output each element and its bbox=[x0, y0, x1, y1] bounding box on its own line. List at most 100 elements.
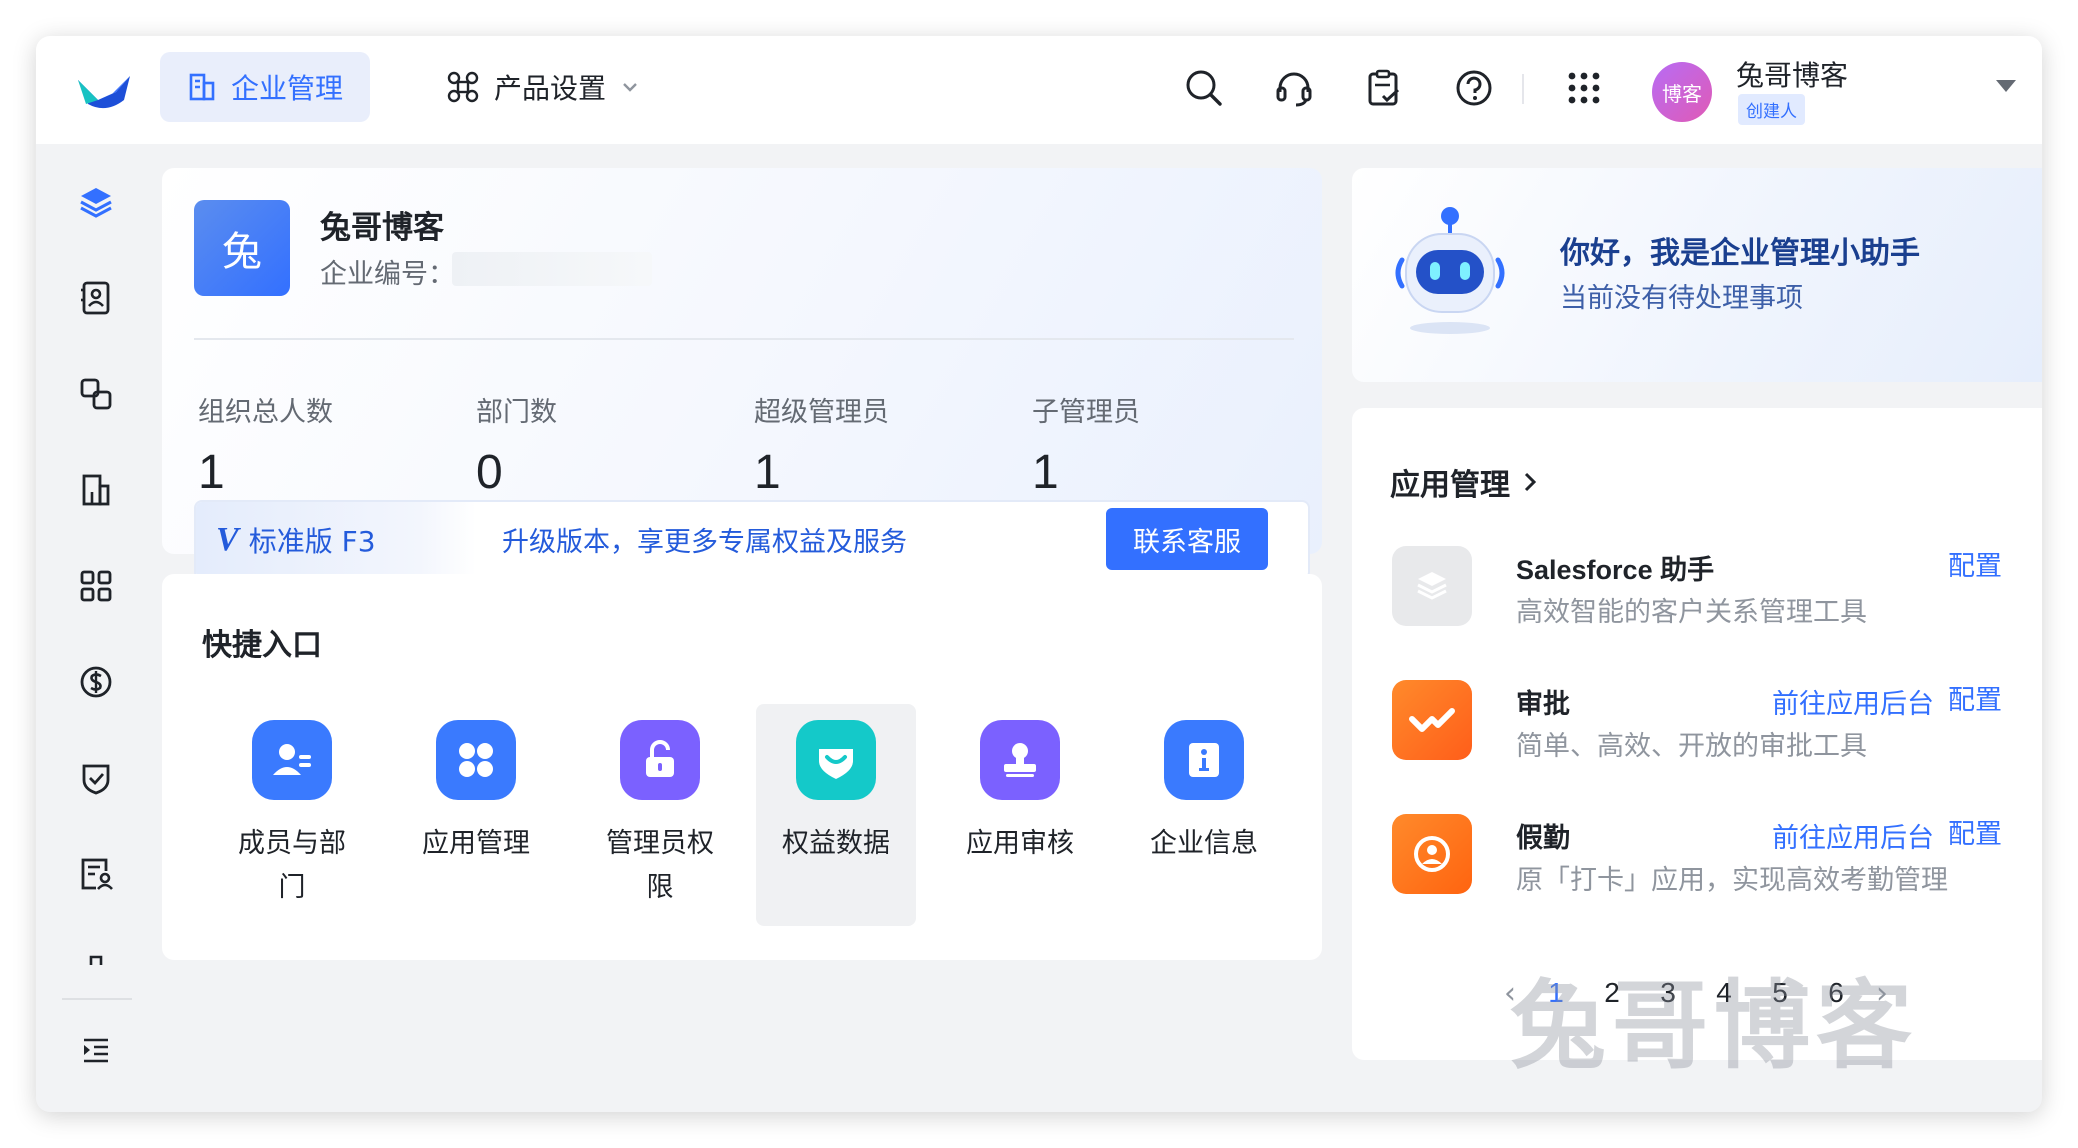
organization-card: 兔 兔哥博客 企业编号： 组织总人数 1 部门数 0 超级管理员 1 子管理员 … bbox=[162, 168, 1322, 580]
stat-sub-admins: 子管理员 1 bbox=[1032, 390, 1140, 500]
admin-lock-icon bbox=[620, 720, 700, 800]
avatar[interactable]: 博客 bbox=[1652, 62, 1712, 122]
shield-check-icon[interactable] bbox=[74, 756, 118, 800]
org-divider bbox=[194, 338, 1294, 340]
stat-label: 组织总人数 bbox=[198, 397, 333, 428]
quick-item-app-review[interactable]: 应用审核 bbox=[940, 704, 1100, 926]
apps-grid-icon[interactable] bbox=[1562, 66, 1606, 110]
org-logo: 兔 bbox=[194, 200, 290, 296]
chevron-down-icon bbox=[623, 83, 637, 92]
quick-item-app-manage[interactable]: 应用管理 bbox=[396, 704, 556, 926]
assistant-card: 你好，我是企业管理小助手 当前没有待处理事项 bbox=[1352, 168, 2042, 382]
stat-value: 1 bbox=[198, 446, 225, 499]
quick-item-label: 应用管理 bbox=[422, 828, 530, 859]
quick-item-members[interactable]: 成员与部门 bbox=[212, 704, 372, 926]
clipboard-check-icon[interactable] bbox=[1362, 66, 1406, 110]
org-name: 兔哥博客 bbox=[320, 210, 444, 246]
company-info-icon bbox=[1164, 720, 1244, 800]
app-logo bbox=[78, 76, 130, 109]
app-management-link[interactable]: 应用管理 bbox=[1390, 460, 1540, 504]
quick-item-company-info[interactable]: 企业信息 bbox=[1124, 704, 1284, 926]
approval-icon bbox=[1392, 680, 1472, 760]
app-row-attendance: 假勤 前往应用后台 原「打卡」应用，实现高效考勤管理 配置 bbox=[1392, 812, 2002, 912]
app-config-link[interactable]: 配置 bbox=[1948, 544, 2002, 583]
app-description: 高效智能的客户关系管理工具 bbox=[1516, 597, 1867, 628]
app-management-title: 应用管理 bbox=[1390, 468, 1510, 503]
app-name: 审批 bbox=[1516, 689, 1570, 719]
user-name: 兔哥博客 bbox=[1736, 59, 1849, 92]
upgrade-text: 升级版本，享更多专属权益及服务 bbox=[502, 527, 907, 558]
org-id-redacted bbox=[452, 252, 652, 286]
tab-company-management[interactable]: 企业管理 bbox=[160, 52, 370, 122]
stat-value: 1 bbox=[754, 446, 781, 499]
stat-label: 部门数 bbox=[476, 397, 557, 428]
app-review-icon bbox=[980, 720, 1060, 800]
help-icon[interactable] bbox=[1452, 66, 1496, 110]
robot-assistant-icon bbox=[1395, 207, 1505, 334]
tab-product-label: 产品设置 bbox=[494, 72, 607, 105]
stat-value: 0 bbox=[476, 446, 503, 499]
attendance-icon bbox=[1392, 814, 1472, 894]
page-1[interactable]: 1 bbox=[1528, 977, 1584, 1009]
stat-total-members: 组织总人数 1 bbox=[198, 390, 333, 500]
app-name: 假勤 bbox=[1516, 823, 1570, 853]
toolbar-divider bbox=[1522, 74, 1524, 104]
quick-item-label: 成员与部门 bbox=[238, 828, 346, 903]
prev-page-icon[interactable]: ‹ bbox=[1492, 976, 1528, 1011]
plan-logo: V bbox=[216, 521, 239, 558]
headset-icon[interactable] bbox=[1272, 66, 1316, 110]
app-name: Salesforce 助手 bbox=[1516, 555, 1715, 585]
next-page-icon[interactable]: › bbox=[1864, 976, 1900, 1011]
page-2[interactable]: 2 bbox=[1584, 977, 1640, 1009]
app-management-card: 应用管理 Salesforce 助手 高效智能的客户关系管理工具 配置 审批 前… bbox=[1352, 408, 2042, 1082]
upgrade-banner: V 标准版 F3 升级版本，享更多专属权益及服务 联系客服 bbox=[194, 500, 1310, 580]
go-to-app-admin-link[interactable]: 前往应用后台 bbox=[1772, 816, 1934, 855]
tab-company-label: 企业管理 bbox=[230, 72, 343, 105]
tab-product-settings[interactable]: 产品设置 bbox=[446, 52, 640, 122]
building-icon bbox=[189, 73, 215, 101]
layers-icon[interactable] bbox=[74, 180, 118, 224]
quick-item-label: 管理员权限 bbox=[606, 828, 714, 903]
quick-item-benefit-data[interactable]: 权益数据 bbox=[756, 704, 916, 926]
quick-item-label: 权益数据 bbox=[782, 828, 890, 859]
search-icon[interactable] bbox=[1182, 66, 1226, 110]
user-role-badge: 创建人 bbox=[1738, 94, 1805, 125]
building-icon[interactable] bbox=[74, 468, 118, 512]
page-4[interactable]: 4 bbox=[1696, 977, 1752, 1009]
plan-badge: V 标准版 F3 bbox=[196, 502, 476, 578]
app-row-salesforce: Salesforce 助手 高效智能的客户关系管理工具 配置 bbox=[1392, 544, 2002, 644]
salesforce-icon bbox=[1392, 546, 1472, 626]
pagination: ‹ 1 2 3 4 5 6 › bbox=[1492, 968, 1912, 1018]
more-icon[interactable] bbox=[74, 948, 118, 972]
assistant-title: 你好，我是企业管理小助手 bbox=[1560, 236, 1920, 271]
member-dept-icon bbox=[252, 720, 332, 800]
quick-entry-card: 快捷入口 成员与部门 应用管理 管理员权限 权益数据 应用审核 企业信息 bbox=[162, 574, 1322, 960]
page-3[interactable]: 3 bbox=[1640, 977, 1696, 1009]
user-form-icon[interactable] bbox=[74, 852, 118, 896]
grid-icon[interactable] bbox=[74, 564, 118, 608]
user-menu-caret-icon[interactable] bbox=[1996, 80, 2016, 92]
dollar-icon[interactable] bbox=[74, 660, 118, 704]
contact-support-button[interactable]: 联系客服 bbox=[1106, 508, 1268, 570]
quick-item-admin-permissions[interactable]: 管理员权限 bbox=[580, 704, 740, 926]
app-config-link[interactable]: 配置 bbox=[1948, 812, 2002, 851]
sidebar-divider bbox=[62, 998, 132, 1000]
stat-super-admins: 超级管理员 1 bbox=[754, 390, 889, 500]
stat-label: 子管理员 bbox=[1032, 397, 1140, 428]
settings-nodes-icon bbox=[447, 71, 479, 103]
stat-label: 超级管理员 bbox=[754, 397, 889, 428]
link-icon[interactable] bbox=[74, 372, 118, 416]
chevron-right-icon bbox=[1524, 472, 1537, 492]
contacts-icon[interactable] bbox=[74, 276, 118, 320]
sidebar bbox=[36, 144, 156, 1112]
plan-name: 标准版 F3 bbox=[248, 525, 376, 558]
app-manage-icon bbox=[436, 720, 516, 800]
collapse-menu-icon[interactable] bbox=[74, 1028, 118, 1072]
page-6[interactable]: 6 bbox=[1808, 977, 1864, 1009]
stat-departments: 部门数 0 bbox=[476, 390, 557, 500]
assistant-subtitle: 当前没有待处理事项 bbox=[1560, 283, 1803, 314]
page-5[interactable]: 5 bbox=[1752, 977, 1808, 1009]
app-config-link[interactable]: 配置 bbox=[1948, 678, 2002, 717]
go-to-app-admin-link[interactable]: 前往应用后台 bbox=[1772, 682, 1934, 721]
top-navigation-bar: 企业管理 产品设置 博客 兔哥博客 创建人 bbox=[36, 36, 2042, 144]
